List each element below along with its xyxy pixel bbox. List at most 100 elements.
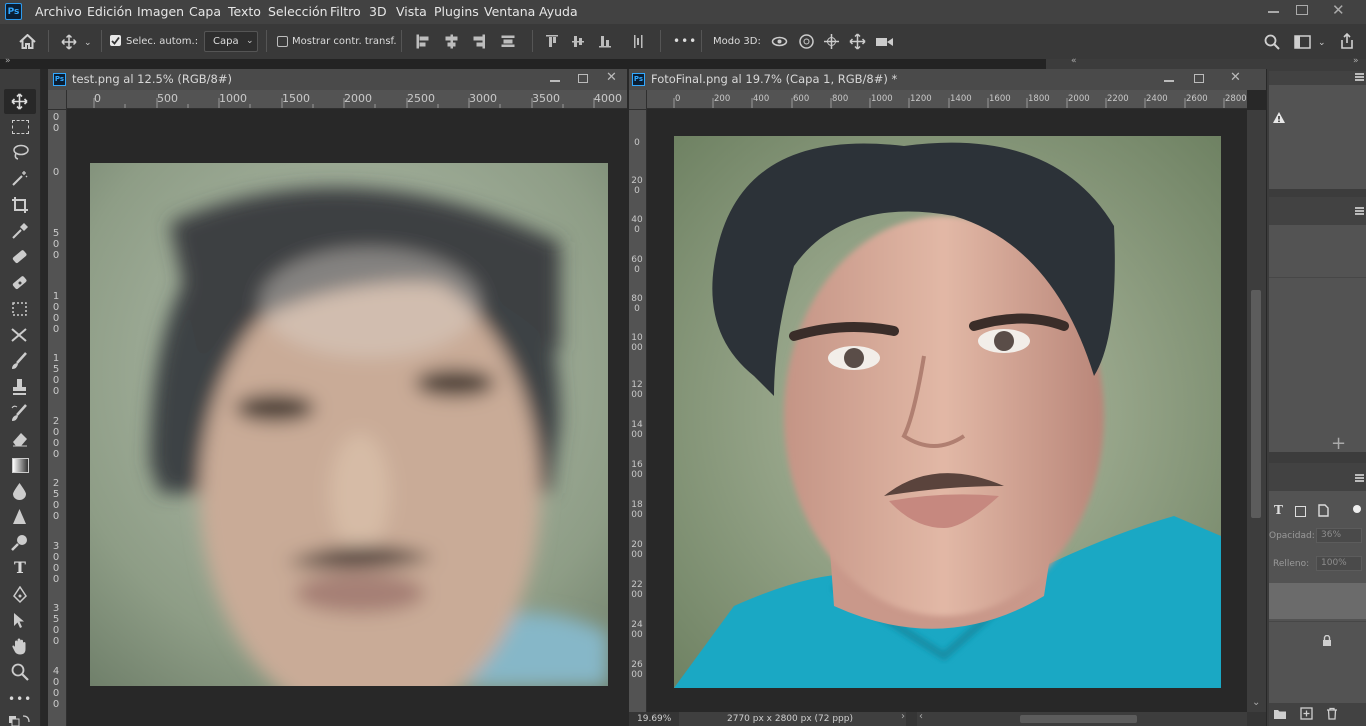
eraser-tool-icon[interactable]	[10, 430, 29, 448]
type-filter-icon[interactable]: T	[1274, 503, 1283, 517]
zoom-tool-icon[interactable]	[11, 663, 29, 681]
menu-ayuda[interactable]: Ayuda	[539, 4, 578, 19]
minimize-icon[interactable]	[1164, 80, 1174, 82]
menu-seleccion[interactable]: Selección	[268, 4, 328, 19]
chevron-right-icon[interactable]: ›	[901, 711, 905, 722]
menu-archivo[interactable]: Archivo	[35, 4, 82, 19]
minimize-icon[interactable]	[1268, 11, 1279, 13]
close-icon[interactable]: ✕	[606, 70, 617, 85]
magic-wand-tool-icon[interactable]	[11, 170, 29, 187]
horizontal-scrollbar[interactable]: ‹	[917, 711, 1247, 726]
menu-vista[interactable]: Vista	[396, 4, 427, 19]
menu-texto[interactable]: Texto	[228, 4, 261, 19]
blur-tool-icon[interactable]	[12, 482, 27, 500]
move-tool-icon[interactable]	[11, 93, 28, 110]
ruler-label: 1400	[631, 420, 643, 440]
ruler-label: 2500	[52, 478, 60, 522]
3d-camera-icon[interactable]	[875, 34, 895, 49]
ruler-label: 1200	[910, 94, 932, 104]
ruler-label: 1600	[631, 460, 643, 480]
menu-3d[interactable]: 3D	[369, 4, 387, 19]
menu-imagen[interactable]: Imagen	[137, 4, 184, 19]
type-tool-icon[interactable]: T	[8, 557, 32, 579]
path-selection-tool-icon[interactable]	[12, 612, 28, 630]
gradient-tool-icon[interactable]	[12, 458, 29, 473]
chevron-down-icon[interactable]: ⌄	[1318, 36, 1326, 50]
brush-tool-icon-alt[interactable]	[10, 274, 29, 292]
restore-icon[interactable]	[1296, 5, 1308, 15]
canvas-image-restored[interactable]	[674, 136, 1221, 688]
dodge-tool-icon[interactable]	[11, 534, 29, 552]
canvas-image-original[interactable]	[90, 163, 608, 686]
trash-icon[interactable]	[1326, 707, 1338, 720]
maximize-icon[interactable]	[1194, 74, 1204, 83]
panel-menu-icon[interactable]	[1355, 474, 1364, 482]
expand-icon[interactable]: »	[5, 56, 11, 66]
ruler-label: 1000	[219, 92, 247, 105]
scrollbar-thumb[interactable]	[1020, 715, 1137, 723]
share-icon[interactable]	[1339, 33, 1355, 50]
3d-orbit-icon[interactable]	[771, 33, 788, 50]
collapse-icon[interactable]: «	[1071, 56, 1077, 66]
menu-edicion[interactable]: Edición	[87, 4, 132, 19]
shape-filter-icon[interactable]	[1295, 506, 1306, 517]
panel-menu-icon[interactable]	[1355, 73, 1364, 81]
auto-select-checkbox[interactable]	[110, 35, 121, 46]
layer-row[interactable]	[1269, 621, 1366, 658]
ruler-label: 1800	[1028, 94, 1050, 104]
chevron-left-icon[interactable]: ‹	[919, 711, 923, 722]
crop-tool-icon[interactable]	[11, 196, 29, 214]
search-icon[interactable]	[1264, 34, 1280, 50]
chevron-down-icon[interactable]: ⌄	[1252, 697, 1260, 708]
auto-select-target-dropdown[interactable]: Capa ⌄	[204, 31, 258, 52]
fill-input[interactable]: 100%	[1316, 556, 1362, 571]
ruler-label: 600	[631, 255, 643, 275]
workspace-icon[interactable]	[1294, 35, 1311, 49]
add-button[interactable]: +	[1331, 435, 1346, 453]
close-icon[interactable]: ✕	[1230, 70, 1241, 85]
hand-tool-icon[interactable]	[11, 637, 29, 656]
maximize-icon[interactable]	[578, 74, 588, 83]
menu-capa[interactable]: Capa	[189, 4, 221, 19]
document-tab[interactable]: Ps test.png al 12.5% (RGB/8#) ✕	[48, 69, 627, 90]
pen-tool-icon[interactable]	[11, 586, 29, 604]
sharpen-tool-icon[interactable]	[12, 508, 27, 526]
close-icon[interactable]: ✕	[1332, 1, 1345, 19]
filter-toggle-icon[interactable]	[1353, 505, 1361, 513]
swap-colors-icon[interactable]	[8, 714, 32, 726]
3d-slide-icon[interactable]	[849, 33, 866, 50]
opacity-input[interactable]: 36%	[1316, 528, 1362, 543]
content-aware-move-icon[interactable]	[10, 326, 29, 344]
lasso-tool-icon[interactable]	[11, 144, 29, 161]
clone-stamp-tool-icon[interactable]	[10, 378, 29, 396]
scrollbar-thumb[interactable]	[1251, 290, 1261, 518]
home-icon[interactable]	[19, 34, 36, 49]
show-transform-checkbox[interactable]	[277, 36, 288, 47]
layer-row[interactable]	[1269, 583, 1366, 619]
panel-menu-icon[interactable]	[1355, 207, 1364, 215]
menu-plugins[interactable]: Plugins	[434, 4, 479, 19]
marquee-tool-icon[interactable]	[12, 120, 29, 134]
menu-filtro[interactable]: Filtro	[330, 4, 361, 19]
eyedropper-tool-icon[interactable]	[11, 222, 29, 239]
chevron-down-icon[interactable]: ⌄	[84, 36, 92, 50]
healing-brush-tool-icon[interactable]	[10, 248, 29, 266]
3d-roll-icon[interactable]	[798, 33, 815, 50]
brush-tool-icon[interactable]	[10, 352, 29, 370]
folder-icon[interactable]	[1273, 708, 1287, 720]
collapse-icon[interactable]: »	[1353, 56, 1359, 66]
zoom-level[interactable]: 19.69%	[637, 714, 671, 724]
3d-pan-icon[interactable]	[823, 33, 840, 50]
new-layer-icon[interactable]	[1300, 707, 1313, 720]
minimize-icon[interactable]	[550, 80, 560, 82]
document-tab[interactable]: Ps FotoFinal.png al 19.7% (Capa 1, RGB/8…	[629, 69, 1266, 90]
smart-object-filter-icon[interactable]	[1318, 504, 1329, 517]
edit-toolbar-icon[interactable]: •••	[8, 688, 32, 710]
patch-tool-icon[interactable]	[10, 300, 29, 318]
history-brush-tool-icon[interactable]	[10, 404, 29, 422]
more-options-button[interactable]: •••	[673, 34, 697, 48]
warning-icon[interactable]	[1272, 111, 1286, 124]
menu-ventana[interactable]: Ventana	[484, 4, 535, 19]
vertical-scrollbar[interactable]: ⌄	[1247, 110, 1266, 712]
move-tool-icon[interactable]	[61, 34, 77, 50]
